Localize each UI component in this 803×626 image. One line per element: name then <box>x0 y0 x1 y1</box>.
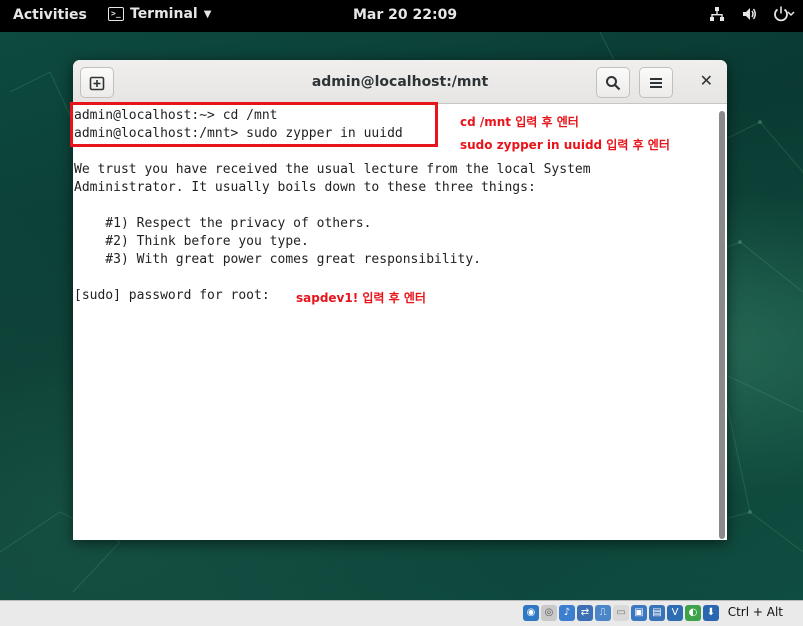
window-headerbar[interactable]: admin@localhost:/mnt ✕ <box>73 60 727 104</box>
clock[interactable]: Mar 20 22:09 <box>353 7 457 23</box>
host-key-label: Ctrl + Alt <box>727 605 783 619</box>
display-icon[interactable]: ▣ <box>631 605 647 621</box>
activities-button[interactable]: Activities <box>13 7 87 23</box>
search-button[interactable] <box>596 67 630 98</box>
cpu-icon[interactable]: V <box>667 605 683 621</box>
app-menu-button[interactable]: >_ Terminal ▼ <box>108 6 211 22</box>
optical-drive-icon[interactable]: ◎ <box>541 605 557 621</box>
terminal-line: #3) With great power comes great respons… <box>74 252 481 267</box>
terminal-line: #2) Think before you type. <box>74 234 309 249</box>
mouse-integration-icon[interactable]: ◐ <box>685 605 701 621</box>
network-adapter-icon[interactable]: ⇄ <box>577 605 593 621</box>
terminal-icon: >_ <box>108 7 124 21</box>
hamburger-menu-icon <box>650 77 662 88</box>
annotation-password: sapdev1! 입력 후 엔터 <box>296 291 426 305</box>
close-icon[interactable]: ✕ <box>700 71 713 90</box>
terminal-line: Administrator. It usually boils down to … <box>74 180 536 195</box>
shared-folder-icon[interactable]: ▭ <box>613 605 629 621</box>
annotation-zypper: sudo zypper in uuidd 입력 후 엔터 <box>460 138 670 152</box>
power-icon[interactable] <box>773 6 795 26</box>
menu-button[interactable] <box>639 67 673 98</box>
terminal-scrollbar[interactable] <box>719 111 725 539</box>
terminal-window[interactable]: admin@localhost:/mnt ✕ admin@localhost:~… <box>70 60 727 540</box>
annotation-cd: cd /mnt 입력 후 엔터 <box>460 115 579 129</box>
terminal-line: [sudo] password for root: <box>74 288 270 303</box>
app-menu-label: Terminal <box>130 6 198 22</box>
network-icon[interactable] <box>709 6 725 26</box>
vm-status-bar: ◉ ◎ ♪ ⇄ ⎍ ▭ ▣ ▤ V ◐ ⬇ Ctrl + Alt <box>0 600 803 626</box>
audio-icon[interactable]: ♪ <box>559 605 575 621</box>
keyboard-capture-icon[interactable]: ⬇ <box>703 605 719 621</box>
usb-icon[interactable]: ⎍ <box>595 605 611 621</box>
hard-disk-icon[interactable]: ◉ <box>523 605 539 621</box>
search-icon <box>606 75 621 90</box>
gnome-top-bar: Activities >_ Terminal ▼ Mar 20 22:09 <box>0 0 803 32</box>
terminal-line: We trust you have received the usual lec… <box>74 162 591 177</box>
terminal-content[interactable]: admin@localhost:~> cd /mnt admin@localho… <box>70 102 727 540</box>
system-tray[interactable] <box>709 6 795 26</box>
recording-icon[interactable]: ▤ <box>649 605 665 621</box>
command-highlight-box <box>70 102 438 147</box>
volume-icon[interactable] <box>741 6 757 26</box>
terminal-line: #1) Respect the privacy of others. <box>74 216 372 231</box>
vm-device-icons: ◉ ◎ ♪ ⇄ ⎍ ▭ ▣ ▤ V ◐ ⬇ <box>523 605 719 621</box>
chevron-down-icon: ▼ <box>203 8 212 20</box>
